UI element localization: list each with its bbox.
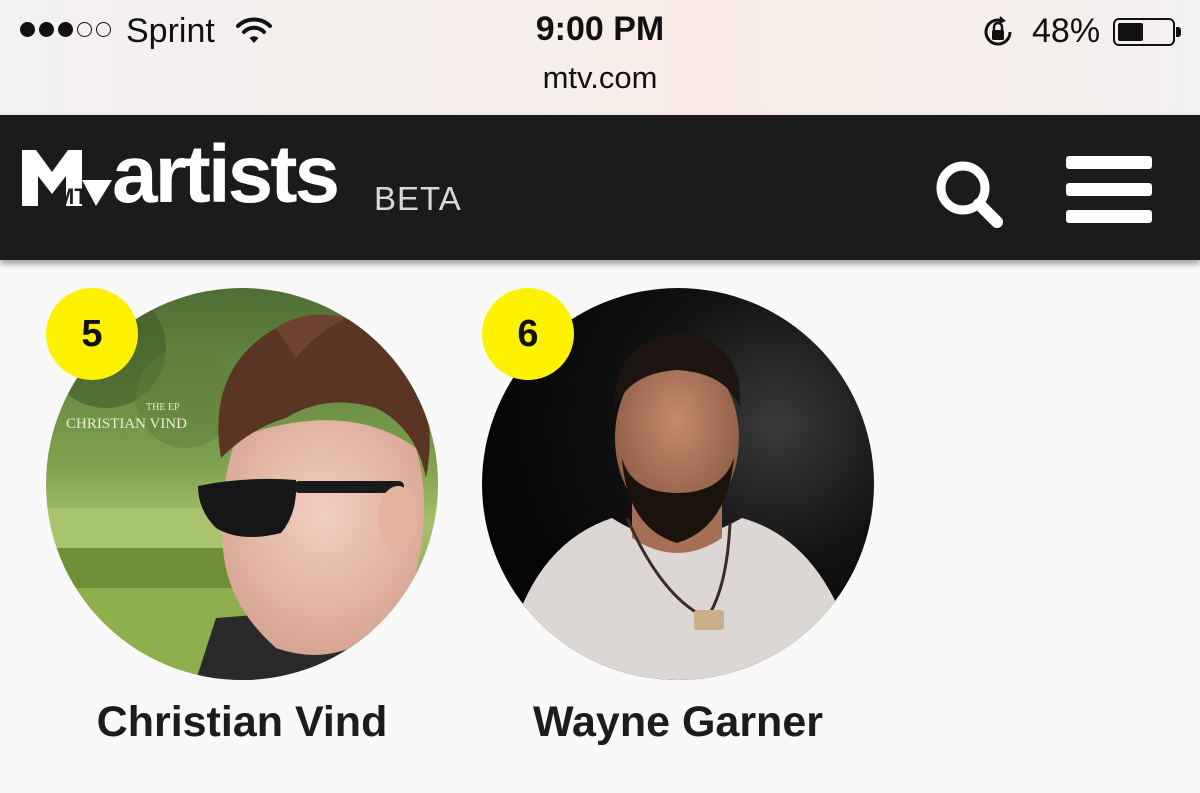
rotation-lock-icon [980, 14, 1016, 55]
status-bar: Sprint 9:00 PM mtv.com 48% [0, 0, 1200, 115]
rank-badge: 5 [46, 288, 138, 380]
cover-title-text: CHRISTIAN VIND [66, 416, 187, 432]
battery-percentage: 48% [1032, 12, 1101, 50]
artist-name[interactable]: Christian Vind [46, 698, 438, 747]
mtv-logo-mark: MTV [22, 150, 112, 209]
search-button[interactable] [930, 155, 1010, 235]
search-icon [930, 161, 1010, 239]
clock: 9:00 PM [535, 10, 665, 48]
battery-icon [1113, 18, 1181, 46]
cover-small-text: THE EP [146, 402, 180, 413]
artist-name[interactable]: Wayne Garner [482, 698, 874, 747]
brand-title: artists [112, 129, 340, 220]
beta-badge: BETA [374, 180, 462, 217]
url-display[interactable]: mtv.com [0, 60, 1200, 96]
menu-button[interactable] [1066, 156, 1152, 224]
rank-badge: 6 [482, 288, 574, 380]
